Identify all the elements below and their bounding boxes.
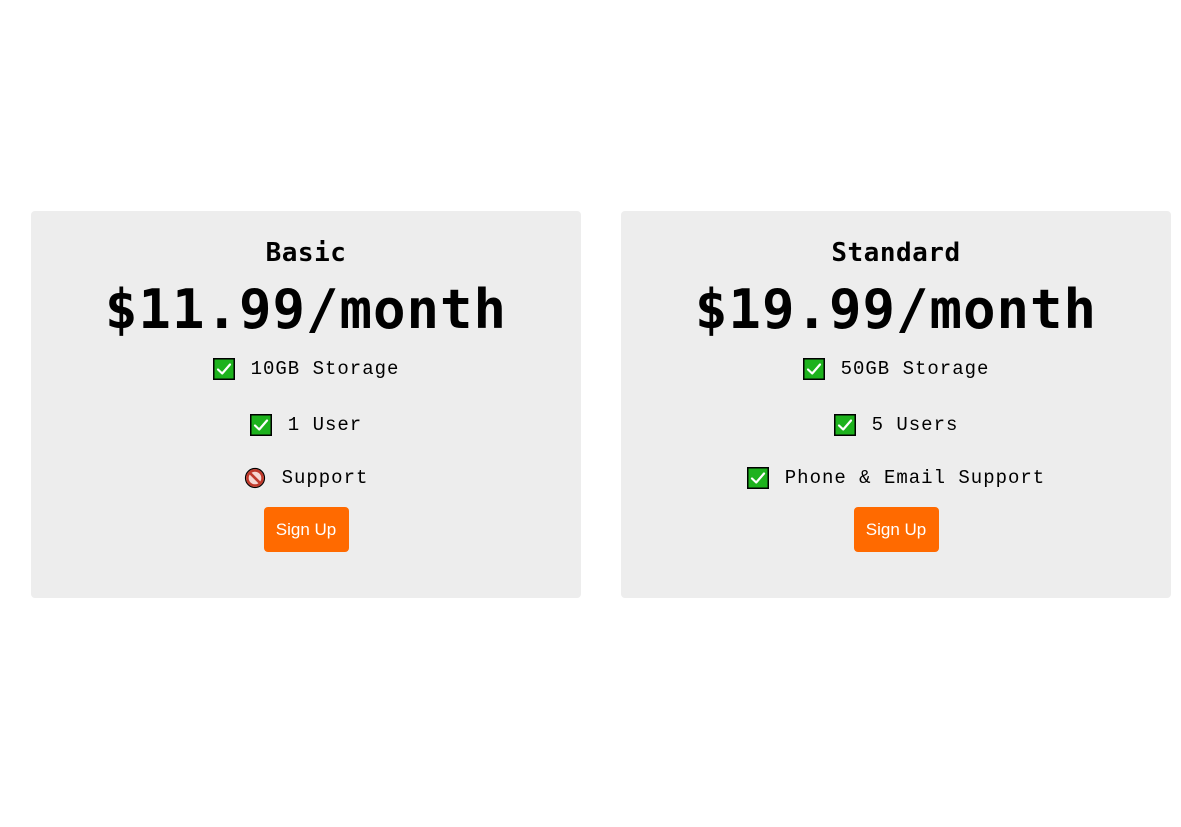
sign-up-button[interactable]: Sign Up (853, 507, 939, 552)
feature-list: 10GB Storage 1 User Support (212, 356, 400, 504)
feature-label: 50GB Storage (840, 358, 990, 380)
feature-label: Phone & Email Support (784, 466, 1046, 489)
plan-price: $11.99/month (104, 278, 508, 341)
plan-name: Standard (831, 238, 961, 268)
check-icon (833, 413, 856, 436)
feature-label: 1 User (287, 413, 363, 436)
feature-item: Support (244, 451, 369, 504)
check-icon (802, 358, 825, 380)
feature-item: Phone & Email Support (746, 451, 1046, 504)
feature-label: Support (281, 466, 369, 489)
plan-card-basic: Basic $11.99/month 10GB Storage 1 User S… (31, 211, 581, 598)
plan-card-standard: Standard $19.99/month 50GB Storage 5 Use… (621, 211, 1171, 598)
feature-item: 5 Users (833, 398, 959, 451)
check-icon (746, 466, 769, 489)
pricing-plans: Basic $11.99/month 10GB Storage 1 User S… (31, 211, 1171, 598)
plan-name: Basic (265, 238, 347, 268)
sign-up-button[interactable]: Sign Up (263, 507, 349, 552)
feature-item: 10GB Storage (212, 356, 400, 398)
feature-label: 10GB Storage (250, 358, 400, 380)
feature-label: 5 Users (871, 413, 959, 436)
check-icon (249, 413, 272, 436)
feature-list: 50GB Storage 5 Users Phone & Email Suppo… (746, 356, 1046, 504)
check-icon (212, 358, 235, 380)
feature-item: 50GB Storage (802, 356, 990, 398)
prohibited-icon (244, 467, 266, 489)
plan-price: $19.99/month (694, 278, 1098, 341)
feature-item: 1 User (249, 398, 363, 451)
